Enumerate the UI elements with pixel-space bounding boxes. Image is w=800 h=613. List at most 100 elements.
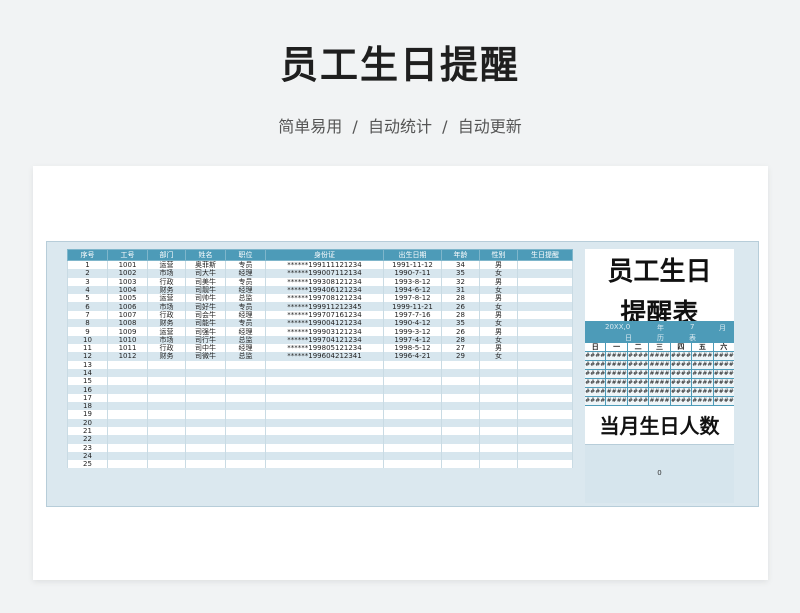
table-cell[interactable]: ******199007112134: [265, 269, 384, 278]
table-cell[interactable]: [517, 269, 573, 278]
table-cell[interactable]: 1004: [107, 285, 148, 295]
calendar-day-cell[interactable]: ####: [713, 388, 734, 396]
table-cell[interactable]: [517, 402, 573, 411]
table-cell[interactable]: [107, 443, 148, 452]
calendar-day-cell[interactable]: ####: [606, 352, 627, 360]
table-cell[interactable]: 22: [67, 435, 108, 444]
table-cell[interactable]: 10: [67, 335, 108, 344]
table-cell[interactable]: [185, 368, 226, 378]
table-cell[interactable]: 1012: [107, 352, 148, 361]
calendar-day-cell[interactable]: ####: [649, 370, 670, 378]
calendar-day-cell[interactable]: ####: [627, 388, 649, 396]
table-cell[interactable]: ******199707161234: [265, 310, 384, 320]
table-cell[interactable]: 总监: [225, 294, 266, 303]
table-cell[interactable]: [107, 435, 148, 444]
table-cell[interactable]: [383, 377, 442, 386]
calendar-day-cell[interactable]: ####: [692, 370, 713, 378]
table-cell[interactable]: [107, 460, 148, 469]
table-cell[interactable]: [225, 410, 266, 419]
table-cell[interactable]: ******199604212341: [265, 352, 384, 361]
calendar-day-cell[interactable]: ####: [649, 352, 670, 360]
table-cell[interactable]: [517, 368, 573, 378]
table-cell[interactable]: [185, 402, 226, 411]
table-cell[interactable]: 行政: [147, 343, 186, 353]
table-cell[interactable]: [441, 402, 480, 411]
table-cell[interactable]: 28: [441, 335, 480, 344]
table-cell[interactable]: 1994-6-12: [383, 285, 442, 295]
table-cell[interactable]: 32: [441, 277, 480, 286]
table-cell[interactable]: [479, 377, 518, 386]
table-cell[interactable]: 运营: [147, 294, 186, 303]
table-cell[interactable]: 经理: [225, 310, 266, 320]
calendar-day-cell[interactable]: ####: [606, 397, 627, 405]
table-cell[interactable]: [479, 426, 518, 436]
table-cell[interactable]: [479, 402, 518, 411]
table-cell[interactable]: 男: [479, 343, 518, 353]
calendar-day-cell[interactable]: ####: [649, 388, 670, 396]
table-cell[interactable]: 运营: [147, 327, 186, 336]
table-cell[interactable]: [147, 460, 186, 469]
table-cell[interactable]: [225, 393, 266, 403]
table-cell[interactable]: [107, 410, 148, 419]
table-cell[interactable]: [517, 410, 573, 419]
table-cell[interactable]: [517, 426, 573, 436]
calendar-day-cell[interactable]: ####: [585, 379, 606, 387]
calendar-day-cell[interactable]: ####: [606, 361, 627, 369]
table-cell[interactable]: 27: [441, 343, 480, 353]
table-cell[interactable]: [225, 451, 266, 461]
table-cell[interactable]: 1011: [107, 343, 148, 353]
calendar-day-cell[interactable]: ####: [606, 388, 627, 396]
table-cell[interactable]: [107, 402, 148, 411]
table-cell[interactable]: [517, 310, 573, 320]
column-header[interactable]: 生日提醒: [517, 249, 573, 261]
table-cell[interactable]: [441, 360, 480, 369]
calendar-day-cell[interactable]: ####: [692, 379, 713, 387]
column-header[interactable]: 身份证: [265, 249, 384, 261]
table-cell[interactable]: 专员: [225, 277, 266, 286]
table-cell[interactable]: [265, 410, 384, 419]
table-cell[interactable]: [107, 418, 148, 427]
table-cell[interactable]: 5: [67, 294, 108, 303]
table-cell[interactable]: [517, 393, 573, 403]
table-cell[interactable]: [441, 443, 480, 452]
table-cell[interactable]: 专员: [225, 319, 266, 328]
table-cell[interactable]: 1990-4-12: [383, 319, 442, 328]
table-cell[interactable]: 财务: [147, 319, 186, 328]
table-cell[interactable]: 1001: [107, 260, 148, 270]
table-cell[interactable]: 总监: [225, 335, 266, 344]
table-cell[interactable]: 35: [441, 269, 480, 278]
table-cell[interactable]: [441, 368, 480, 378]
calendar-day-cell[interactable]: ####: [627, 397, 649, 405]
table-cell[interactable]: 司中牛: [185, 343, 226, 353]
table-cell[interactable]: 1010: [107, 335, 148, 344]
table-cell[interactable]: [441, 451, 480, 461]
table-cell[interactable]: [517, 260, 573, 270]
table-cell[interactable]: [383, 385, 442, 394]
table-cell[interactable]: 31: [441, 285, 480, 295]
table-cell[interactable]: [147, 410, 186, 419]
calendar-day-cell[interactable]: ####: [627, 361, 649, 369]
table-cell[interactable]: [185, 426, 226, 436]
table-cell[interactable]: 司大牛: [185, 269, 226, 278]
table-cell[interactable]: [517, 285, 573, 295]
table-cell[interactable]: 4: [67, 285, 108, 295]
table-cell[interactable]: ******199903121234: [265, 327, 384, 336]
table-cell[interactable]: [185, 418, 226, 427]
table-cell[interactable]: [265, 426, 384, 436]
column-header[interactable]: 职位: [225, 249, 266, 261]
table-cell[interactable]: [225, 385, 266, 394]
table-cell[interactable]: 男: [479, 260, 518, 270]
table-cell[interactable]: [265, 377, 384, 386]
table-cell[interactable]: [225, 418, 266, 427]
table-cell[interactable]: 1999-11-21: [383, 302, 442, 311]
calendar-day-cell[interactable]: ####: [649, 397, 670, 405]
table-cell[interactable]: 13: [67, 360, 108, 369]
table-cell[interactable]: [265, 435, 384, 444]
table-cell[interactable]: [147, 426, 186, 436]
table-cell[interactable]: [265, 360, 384, 369]
table-cell[interactable]: [479, 393, 518, 403]
table-cell[interactable]: 34: [441, 260, 480, 270]
table-cell[interactable]: ******199805121234: [265, 343, 384, 353]
column-header[interactable]: 序号: [67, 249, 108, 261]
table-cell[interactable]: 司强牛: [185, 327, 226, 336]
